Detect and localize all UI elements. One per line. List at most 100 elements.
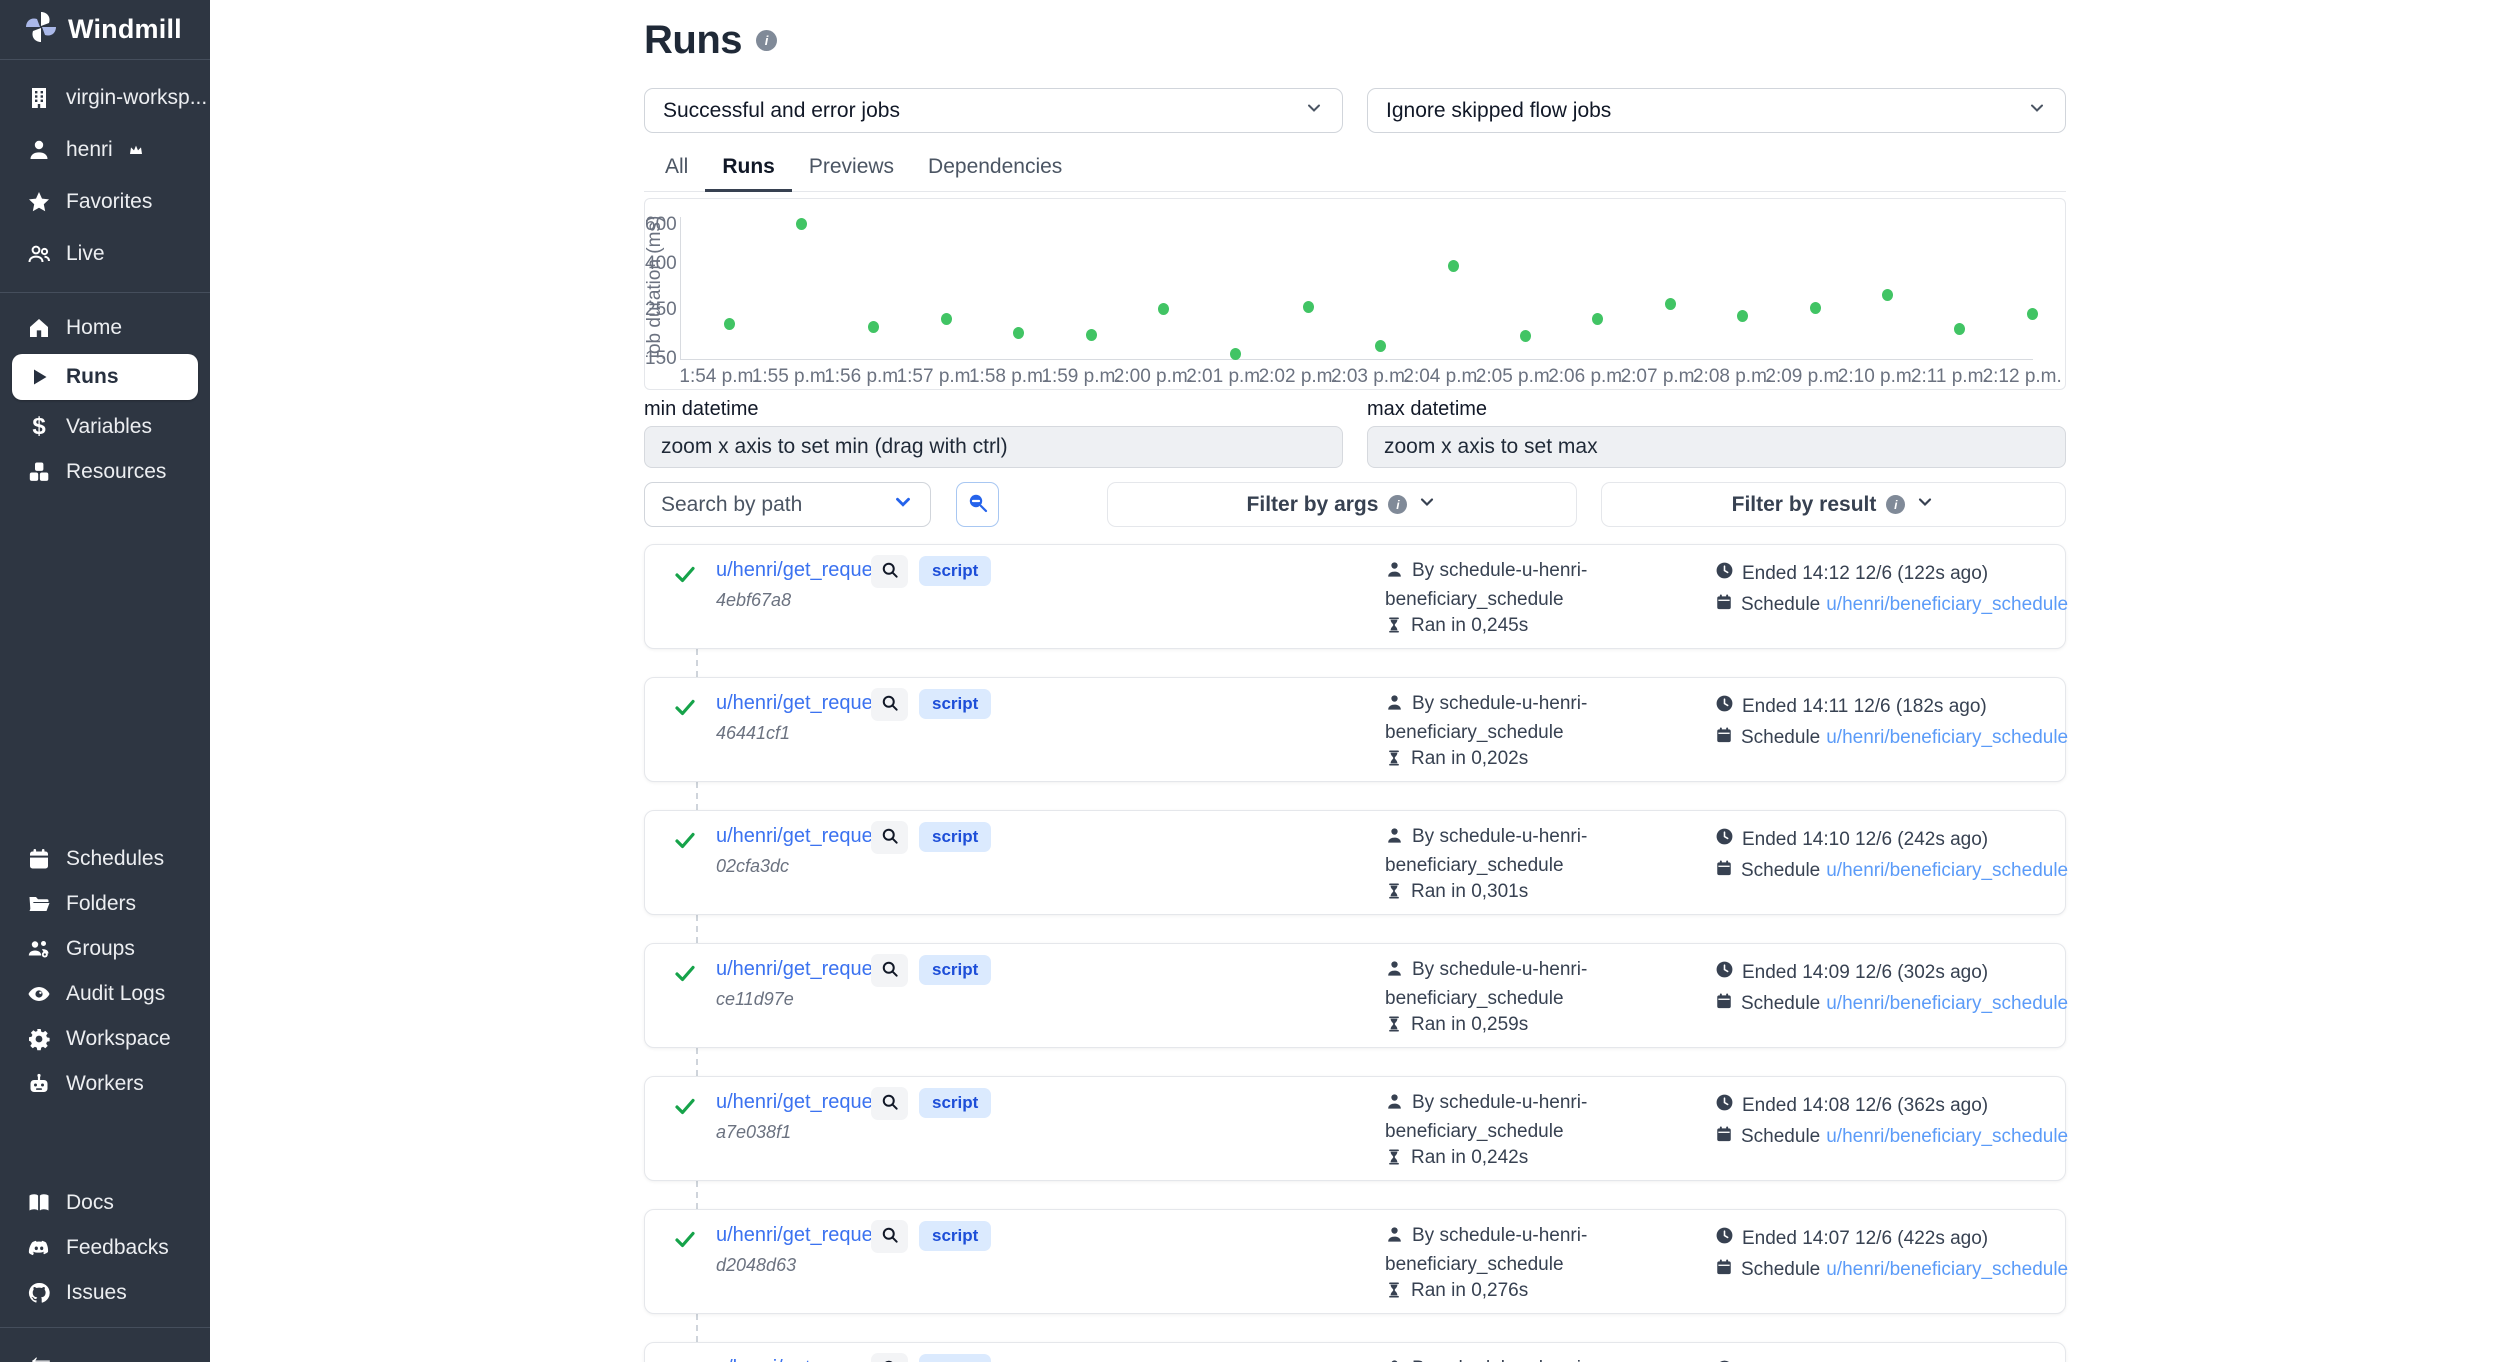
clock-icon — [1715, 1093, 1734, 1118]
sidebar-item-live[interactable]: Live — [0, 228, 210, 280]
schedule-link[interactable]: u/henri/beneficiary_schedule — [1826, 860, 2068, 882]
sidebar-item-variables[interactable]: $ Variables — [0, 404, 210, 449]
sidebar-collapse[interactable]: ← — [0, 1327, 210, 1362]
run-path-link[interactable]: u/henri/get_request — [716, 958, 888, 981]
run-search-button[interactable] — [871, 1220, 908, 1253]
sidebar-item-groups[interactable]: Groups — [0, 926, 210, 971]
info-icon[interactable]: i — [756, 30, 777, 51]
schedule-link[interactable]: u/henri/beneficiary_schedule — [1826, 594, 2068, 616]
search-by-path-select[interactable]: Search by path — [644, 482, 931, 527]
run-schedule: Schedule u/henri/beneficiary_schedule — [1715, 722, 2068, 753]
chart-data-point[interactable] — [1737, 310, 1748, 322]
sidebar-item-resources[interactable]: Resources — [0, 449, 210, 494]
schedule-link[interactable]: u/henri/beneficiary_schedule — [1826, 1259, 2068, 1281]
sidebar-item-workspace[interactable]: virgin-worksp... — [0, 72, 210, 124]
clock-icon — [1715, 1226, 1734, 1251]
chart-data-point[interactable] — [868, 321, 879, 333]
run-schedule: Schedule u/henri/beneficiary_schedule — [1715, 988, 2068, 1019]
run-search-button[interactable] — [871, 688, 908, 721]
run-connector — [696, 1314, 698, 1342]
chart-data-point[interactable] — [1882, 289, 1893, 301]
chart-data-point[interactable] — [1158, 303, 1169, 315]
schedule-link[interactable]: u/henri/beneficiary_schedule — [1826, 727, 2068, 749]
resources-label: Resources — [66, 460, 166, 484]
filter-by-args-button[interactable]: Filter by args i — [1107, 482, 1577, 527]
magnifier-icon — [880, 1358, 900, 1362]
sidebar-item-audit-logs[interactable]: Audit Logs — [0, 971, 210, 1016]
max-datetime-input[interactable]: zoom x axis to set max — [1367, 426, 2066, 468]
crown-icon — [127, 141, 145, 159]
chart-data-point[interactable] — [796, 218, 807, 230]
sidebar-item-home[interactable]: Home — [0, 305, 210, 350]
chart-data-point[interactable] — [1520, 330, 1531, 342]
run-path-link[interactable]: u/henri/get_request — [716, 1224, 888, 1247]
sidebar-item-schedules[interactable]: Schedules — [0, 836, 210, 881]
chart-data-point[interactable] — [724, 318, 735, 330]
run-hash: d2048d63 — [716, 1255, 796, 1276]
chart-x-tick: 2:08 p.m. — [1693, 366, 1772, 388]
run-path-link[interactable]: u/henri/get_request — [716, 559, 888, 582]
chart-y-tick: 250 — [645, 299, 675, 321]
run-path-link[interactable]: u/henri/get_request — [716, 825, 888, 848]
sidebar-item-folders[interactable]: Folders — [0, 881, 210, 926]
sidebar-item-issues[interactable]: Issues — [0, 1270, 210, 1315]
sidebar-item-feedbacks[interactable]: Feedbacks — [0, 1225, 210, 1270]
run-card[interactable]: u/henri/get_request script ce11d97e By s… — [644, 943, 2066, 1048]
tab-all[interactable]: All — [648, 146, 705, 191]
flow-skip-select[interactable]: Ignore skipped flow jobs — [1367, 88, 2066, 133]
run-path-link[interactable]: u/henri/get_request — [716, 692, 888, 715]
chart-data-point[interactable] — [1448, 260, 1459, 272]
run-search-button[interactable] — [871, 954, 908, 987]
search-button[interactable] — [956, 482, 999, 527]
sidebar-item-runs[interactable]: Runs — [12, 354, 198, 400]
chart-data-point[interactable] — [1086, 329, 1097, 341]
sidebar-item-docs[interactable]: Docs — [0, 1180, 210, 1225]
job-status-value: Successful and error jobs — [663, 99, 900, 123]
run-search-button[interactable] — [871, 1087, 908, 1120]
job-kind-badge: script — [919, 1088, 991, 1118]
sidebar-item-user[interactable]: henri — [0, 124, 210, 176]
tab-dependencies[interactable]: Dependencies — [911, 146, 1079, 191]
chart-data-point[interactable] — [2027, 308, 2038, 320]
run-card[interactable]: u/henri/get_request script 46441cf1 By s… — [644, 677, 2066, 782]
run-card[interactable]: u/henri/get_request script a7e038f1 By s… — [644, 1076, 2066, 1181]
chart-data-point[interactable] — [1303, 301, 1314, 313]
building-icon — [26, 85, 52, 111]
sidebar-item-workers[interactable]: Workers — [0, 1061, 210, 1106]
person-icon — [1385, 560, 1404, 587]
sidebar-item-favorites[interactable]: Favorites — [0, 176, 210, 228]
brand[interactable]: Windmill — [0, 0, 210, 60]
filter-by-result-button[interactable]: Filter by result i — [1601, 482, 2066, 527]
success-check-icon — [673, 695, 697, 724]
run-search-button[interactable] — [871, 555, 908, 588]
job-status-select[interactable]: Successful and error jobs — [644, 88, 1343, 133]
chart-data-point[interactable] — [1013, 327, 1024, 339]
chart-data-point[interactable] — [1954, 323, 1965, 335]
duration-chart[interactable]: job duration (ms) 1502504006001:54 p.m.1… — [644, 198, 2066, 390]
chart-data-point[interactable] — [1592, 313, 1603, 325]
chart-data-point[interactable] — [1375, 340, 1386, 352]
chart-data-point[interactable] — [1810, 302, 1821, 314]
chart-data-point[interactable] — [1665, 298, 1676, 310]
tab-runs[interactable]: Runs — [705, 146, 792, 192]
run-path-link[interactable]: u/henri/get_request — [716, 1357, 888, 1362]
chart-x-tick: 2:00 p.m. — [1114, 366, 1193, 388]
run-card[interactable]: u/henri/get_request script d2048d63 By s… — [644, 1209, 2066, 1314]
run-card[interactable]: u/henri/get_request script By schedule-u… — [644, 1342, 2066, 1362]
run-search-button[interactable] — [871, 1353, 908, 1362]
schedule-link[interactable]: u/henri/beneficiary_schedule — [1826, 1126, 2068, 1148]
tab-previews[interactable]: Previews — [792, 146, 911, 191]
chart-data-point[interactable] — [941, 313, 952, 325]
min-datetime-label: min datetime — [644, 398, 1343, 421]
min-datetime-input[interactable]: zoom x axis to set min (drag with ctrl) — [644, 426, 1343, 468]
run-card[interactable]: u/henri/get_request script 02cfa3dc By s… — [644, 810, 2066, 915]
schedule-link[interactable]: u/henri/beneficiary_schedule — [1826, 993, 2068, 1015]
chart-x-tick: 2:05 p.m. — [1476, 366, 1555, 388]
sidebar-item-workspace-settings[interactable]: Workspace — [0, 1016, 210, 1061]
run-path-link[interactable]: u/henri/get_request — [716, 1091, 888, 1114]
run-search-button[interactable] — [871, 821, 908, 854]
page-header: Runs i — [644, 0, 2066, 63]
chart-x-tick: 2:07 p.m. — [1621, 366, 1700, 388]
run-card[interactable]: u/henri/get_request script 4ebf67a8 By s… — [644, 544, 2066, 649]
run-meta: Ended 14:12 12/6 (122s ago) Schedule u/h… — [1715, 558, 2068, 620]
